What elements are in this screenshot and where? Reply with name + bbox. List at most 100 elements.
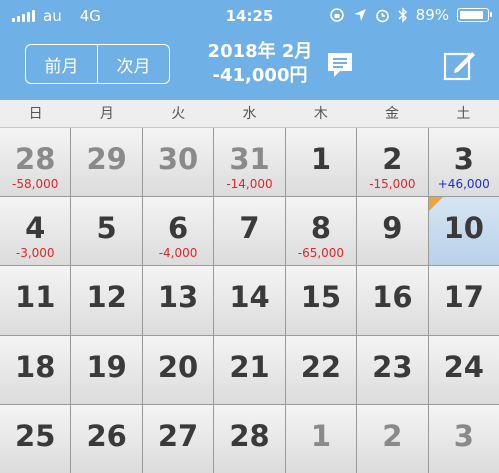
day-number: 30	[157, 142, 199, 176]
day-cell[interactable]: 5	[71, 197, 142, 266]
day-cell[interactable]: 2 -15,000	[357, 128, 428, 197]
calendar-grid: 28 -58,000 29 30 31 -14,000 1 2 -15,000 3 +46,000 4…	[0, 128, 499, 473]
day-cell[interactable]: 22	[285, 335, 357, 404]
edit-icon[interactable]	[442, 48, 476, 82]
day-amount: -15,000	[369, 177, 416, 191]
calendar-header: 前月 次月 2018年 2月 -41,000円	[0, 32, 499, 100]
day-cell[interactable]: 28 -58,000	[0, 128, 71, 197]
day-number: 28	[15, 142, 56, 176]
day-number: 8	[310, 211, 332, 246]
day-cell[interactable]: 21	[214, 335, 285, 404]
day-number: 1	[310, 142, 332, 176]
weekday-mon: 月	[99, 106, 114, 122]
day-cell[interactable]: 24	[428, 335, 499, 404]
day-number: 2	[382, 142, 403, 176]
day-cell-today[interactable]: 10	[428, 197, 499, 266]
day-number: 12	[86, 280, 127, 315]
day-number: 6	[167, 211, 189, 246]
weekday-fri: 金	[385, 106, 400, 122]
day-cell[interactable]: 27	[142, 404, 214, 473]
day-amount: -65,000	[297, 246, 345, 261]
status-bar: au 4G 14:25 89%	[0, 0, 499, 32]
day-number: 20	[157, 349, 199, 384]
day-number: 3	[453, 142, 474, 176]
day-number: 18	[15, 349, 56, 384]
day-cell[interactable]: 19	[71, 335, 142, 404]
day-number: 9	[382, 211, 403, 246]
day-cell[interactable]: 14	[214, 266, 285, 335]
prev-month-button[interactable]: 前月	[26, 45, 97, 83]
day-number: 10	[443, 211, 484, 246]
day-number: 13	[157, 280, 199, 315]
day-cell[interactable]: 1	[285, 128, 357, 197]
weekday-wed: 水	[242, 106, 257, 122]
day-number: 7	[239, 211, 260, 246]
day-cell[interactable]: 23	[357, 335, 428, 404]
month-summary: 2018年 2月 -41,000円	[190, 40, 330, 88]
day-amount: -14,000	[226, 177, 273, 191]
day-cell[interactable]: 1	[285, 404, 357, 473]
day-number: 28	[229, 418, 270, 453]
weekday-sat: 土	[456, 106, 471, 122]
day-number: 14	[229, 280, 270, 315]
day-amount: -4,000	[158, 246, 198, 261]
day-number: 29	[86, 142, 127, 176]
day-number: 22	[300, 349, 342, 384]
battery-percent: 89%	[415, 6, 449, 24]
month-total: -41,000円	[212, 65, 308, 86]
day-number: 19	[86, 349, 127, 384]
day-number: 27	[157, 418, 199, 453]
weekday-thu: 木	[313, 106, 328, 122]
next-month-button[interactable]: 次月	[97, 45, 169, 83]
day-cell[interactable]: 13	[142, 266, 214, 335]
day-number: 1	[310, 418, 332, 453]
day-cell[interactable]: 26	[71, 404, 142, 473]
weekday-sun: 日	[28, 106, 43, 122]
day-amount: +46,000	[437, 177, 490, 191]
day-number: 21	[229, 349, 270, 384]
month-title: 2018年 2月	[207, 41, 313, 62]
day-number: 15	[300, 280, 342, 315]
day-cell[interactable]: 11	[0, 266, 71, 335]
day-number: 23	[372, 349, 413, 384]
day-cell[interactable]: 9	[357, 197, 428, 266]
day-cell[interactable]: 30	[142, 128, 214, 197]
day-cell[interactable]: 31 -14,000	[214, 128, 285, 197]
day-cell[interactable]: 3 +46,000	[428, 128, 499, 197]
day-number: 4	[25, 211, 46, 246]
day-cell[interactable]: 6 -4,000	[142, 197, 214, 266]
day-cell[interactable]: 2	[357, 404, 428, 473]
message-icon[interactable]	[325, 50, 355, 80]
day-cell[interactable]: 8 -65,000	[285, 197, 357, 266]
day-amount: -3,000	[15, 246, 55, 261]
weekday-header: 日 月 火 水 木 金 土	[0, 100, 499, 128]
orientation-lock-icon	[329, 8, 344, 22]
day-number: 5	[96, 211, 117, 246]
alarm-icon	[375, 9, 389, 22]
day-number: 31	[229, 142, 270, 176]
day-cell[interactable]: 12	[71, 266, 142, 335]
day-cell[interactable]: 18	[0, 335, 71, 404]
day-cell[interactable]: 4 -3,000	[0, 197, 71, 266]
day-cell[interactable]: 20	[142, 335, 214, 404]
day-number: 3	[453, 418, 474, 453]
day-number: 11	[15, 280, 56, 315]
today-marker	[428, 197, 443, 212]
day-cell[interactable]: 17	[428, 266, 499, 335]
weekday-tue: 火	[171, 106, 186, 122]
day-number: 25	[15, 418, 56, 453]
day-number: 26	[86, 418, 127, 453]
day-number: 2	[382, 418, 403, 453]
day-number: 16	[372, 280, 413, 315]
day-amount: -58,000	[12, 177, 59, 191]
day-cell[interactable]: 7	[214, 197, 285, 266]
day-cell[interactable]: 15	[285, 266, 357, 335]
day-cell[interactable]: 29	[71, 128, 142, 197]
day-cell[interactable]: 25	[0, 404, 71, 473]
location-icon	[353, 9, 366, 21]
day-cell[interactable]: 28	[214, 404, 285, 473]
day-cell[interactable]: 16	[357, 266, 428, 335]
battery-icon	[457, 8, 492, 22]
day-number: 17	[443, 280, 484, 315]
day-cell[interactable]: 3	[428, 404, 499, 473]
